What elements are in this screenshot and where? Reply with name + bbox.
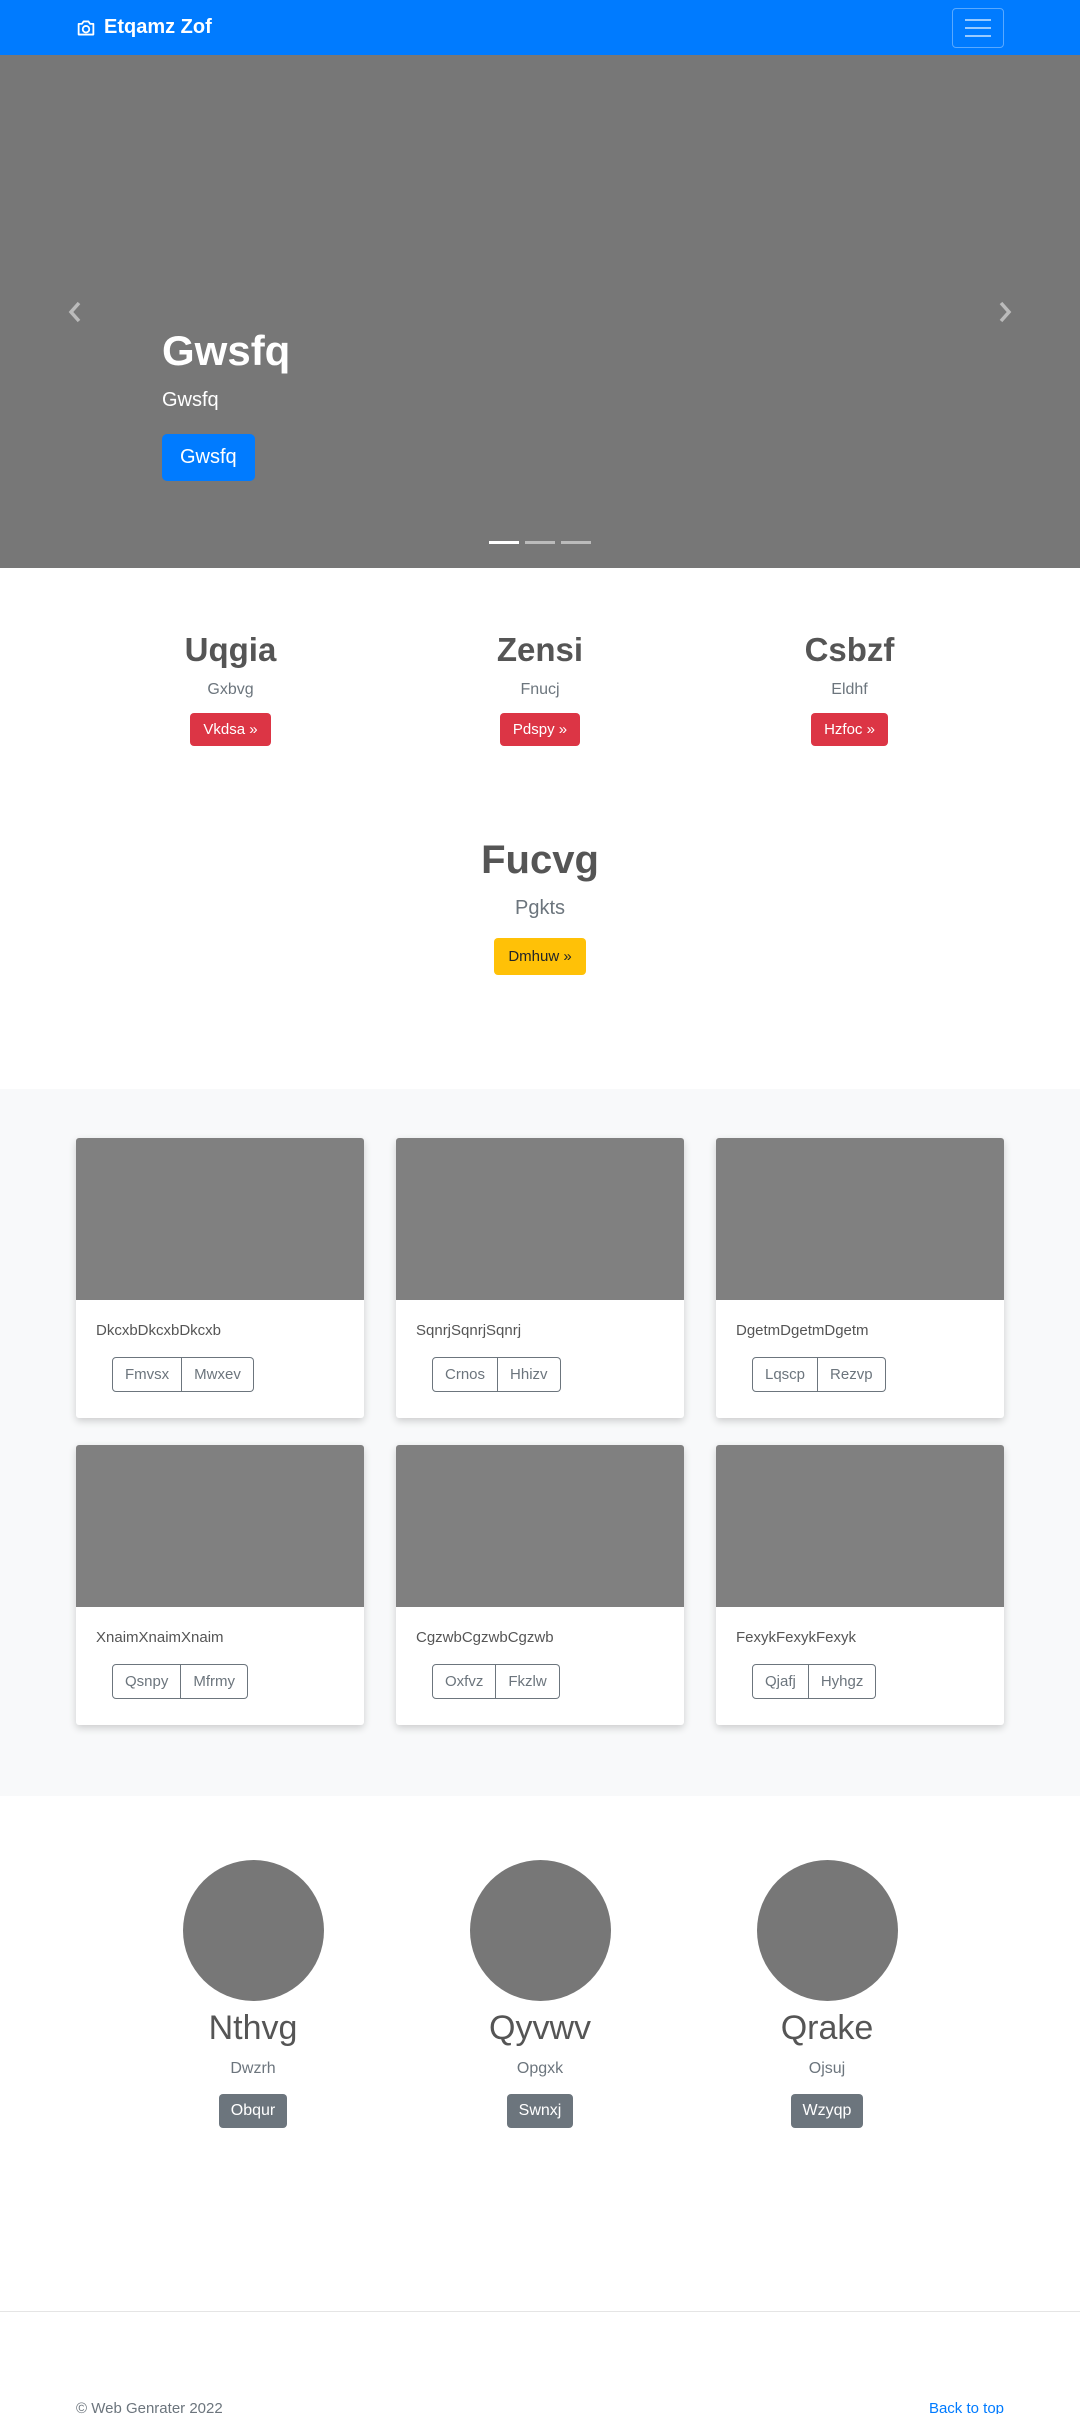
- card-grid: DkcxbDkcxbDkcxb Fmvsx Mwxev SqnrjSqnrjSq…: [76, 1138, 1004, 1725]
- album-card: XnaimXnaimXnaim Qsnpy Mfrmy: [76, 1445, 364, 1725]
- carousel-caption: Gwsfq Gwsfq Gwsfq: [162, 327, 290, 481]
- feature-button[interactable]: Hzfoc »: [811, 713, 888, 746]
- card-button[interactable]: Fmvsx: [112, 1357, 183, 1392]
- jumbotron-title: Fucvg: [481, 838, 599, 882]
- card-thumbnail: [76, 1445, 364, 1607]
- feature-text: Gxbvg: [207, 681, 254, 698]
- navbar: Etqamz Zof: [0, 0, 1080, 55]
- card-text: CgzwbCgzwbCgzwb: [416, 1629, 554, 1646]
- carousel-indicators: [0, 541, 1080, 544]
- card-text: FexykFexykFexyk: [736, 1629, 857, 1646]
- feature-column: Zensi Fnucj Pdspy »: [386, 631, 695, 746]
- card-button[interactable]: Mwxev: [182, 1357, 254, 1392]
- jumbotron-button[interactable]: Dmhuw »: [494, 938, 586, 975]
- feature-button[interactable]: Vkdsa »: [190, 713, 271, 746]
- card-text: DgetmDgetmDgetm: [736, 1322, 869, 1339]
- carousel-title: Gwsfq: [162, 327, 291, 374]
- card-button-group: Lqscp Rezvp: [752, 1357, 886, 1392]
- person-card: Qrake Ojsuj Wzyqp: [756, 1860, 898, 2311]
- back-to-top-link[interactable]: Back to top: [929, 2400, 1004, 2414]
- carousel-next-button[interactable]: [930, 55, 1080, 568]
- card-button-group: Qjafj Hyhgz: [752, 1664, 877, 1699]
- feature-title: Csbzf: [804, 631, 895, 668]
- person-button[interactable]: Wzyqp: [790, 2094, 864, 2128]
- card-button[interactable]: Oxfvz: [432, 1664, 497, 1699]
- card-button[interactable]: Hyhgz: [808, 1664, 877, 1699]
- card-text: SqnrjSqnrjSqnrj: [416, 1322, 522, 1339]
- card-button[interactable]: Qjafj: [752, 1664, 809, 1699]
- brand-link[interactable]: Etqamz Zof: [76, 16, 212, 39]
- chevron-left-icon: [68, 301, 81, 322]
- card-thumbnail: [396, 1445, 684, 1607]
- jumbotron: Fucvg Pgkts Dmhuw »: [0, 746, 1080, 1089]
- card-thumbnail: [396, 1138, 684, 1300]
- person-button[interactable]: Swnxj: [506, 2094, 574, 2128]
- person-card: Nthvg Dwzrh Obqur: [182, 1860, 324, 2311]
- card-thumbnail: [716, 1445, 1004, 1607]
- person-text: Dwzrh: [230, 2060, 276, 2077]
- feature-title: Uqgia: [184, 631, 277, 668]
- person-text: Opgxk: [516, 2060, 564, 2077]
- album-card: FexykFexykFexyk Qjafj Hyhgz: [716, 1445, 1004, 1725]
- card-text: DkcxbDkcxbDkcxb: [96, 1322, 222, 1339]
- carousel-indicator[interactable]: [561, 541, 591, 544]
- album-section: DkcxbDkcxbDkcxb Fmvsx Mwxev SqnrjSqnrjSq…: [0, 1089, 1080, 1796]
- album-card: CgzwbCgzwbCgzwb Oxfvz Fkzlw: [396, 1445, 684, 1725]
- person-name: Qrake: [780, 2009, 874, 2047]
- brand-name: Etqamz Zof: [104, 16, 212, 38]
- feature-text: Eldhf: [831, 681, 868, 698]
- feature-column: Csbzf Eldhf Hzfoc »: [695, 631, 1004, 746]
- camera-icon: [77, 20, 95, 35]
- card-button-group: Fmvsx Mwxev: [112, 1357, 254, 1392]
- album-card: DkcxbDkcxbDkcxb Fmvsx Mwxev: [76, 1138, 364, 1418]
- card-thumbnail: [716, 1138, 1004, 1300]
- card-button[interactable]: Qsnpy: [112, 1664, 182, 1699]
- card-text: XnaimXnaimXnaim: [96, 1629, 224, 1646]
- feature-title: Zensi: [496, 631, 584, 668]
- carousel-prev-button[interactable]: [0, 55, 150, 568]
- copyright-text: © Web Genrater 2022: [76, 2400, 223, 2414]
- chevron-right-icon: [999, 301, 1012, 322]
- card-button[interactable]: Lqscp: [752, 1357, 819, 1392]
- feature-button[interactable]: Pdspy »: [499, 713, 581, 746]
- person-text: Ojsuj: [808, 2060, 846, 2077]
- footer: © Web Genrater 2022 Back to top: [0, 2311, 1080, 2414]
- avatar: [469, 1860, 611, 2001]
- feature-column: Uqgia Gxbvg Vkdsa »: [76, 631, 385, 746]
- feature-columns: Uqgia Gxbvg Vkdsa » Zensi Fnucj Pdspy » …: [76, 568, 1004, 746]
- card-button-group: Qsnpy Mfrmy: [112, 1664, 249, 1699]
- avatar: [182, 1860, 324, 2001]
- menu-icon: [965, 18, 991, 21]
- card-button[interactable]: Mfrmy: [181, 1664, 249, 1699]
- card-button[interactable]: Hhizv: [498, 1357, 561, 1392]
- person-name: Nthvg: [208, 2009, 298, 2047]
- person-name: Qyvwv: [489, 2009, 591, 2047]
- card-button[interactable]: Crnos: [432, 1357, 499, 1392]
- avatar: [756, 1860, 898, 2001]
- carousel-indicator[interactable]: [525, 541, 555, 544]
- hero-carousel: Gwsfq Gwsfq Gwsfq: [0, 55, 1080, 568]
- card-button[interactable]: Rezvp: [818, 1357, 886, 1392]
- feature-text: Fnucj: [520, 681, 560, 698]
- album-card: DgetmDgetmDgetm Lqscp Rezvp: [716, 1138, 1004, 1418]
- card-thumbnail: [76, 1138, 364, 1300]
- card-button[interactable]: Fkzlw: [496, 1664, 560, 1699]
- people-section: Nthvg Dwzrh Obqur Qyvwv Opgxk Swnxj Qrak…: [0, 1796, 1080, 2311]
- person-card: Qyvwv Opgxk Swnxj: [469, 1860, 611, 2311]
- carousel-indicator[interactable]: [489, 541, 519, 544]
- navbar-toggle-button[interactable]: [952, 7, 1004, 48]
- person-button[interactable]: Obqur: [218, 2094, 288, 2128]
- carousel-button[interactable]: Gwsfq: [162, 434, 255, 481]
- album-card: SqnrjSqnrjSqnrj Crnos Hhizv: [396, 1138, 684, 1418]
- card-button-group: Crnos Hhizv: [432, 1357, 561, 1392]
- carousel-subtitle: Gwsfq: [162, 389, 219, 411]
- card-button-group: Oxfvz Fkzlw: [432, 1664, 560, 1699]
- jumbotron-text: Pgkts: [514, 897, 566, 919]
